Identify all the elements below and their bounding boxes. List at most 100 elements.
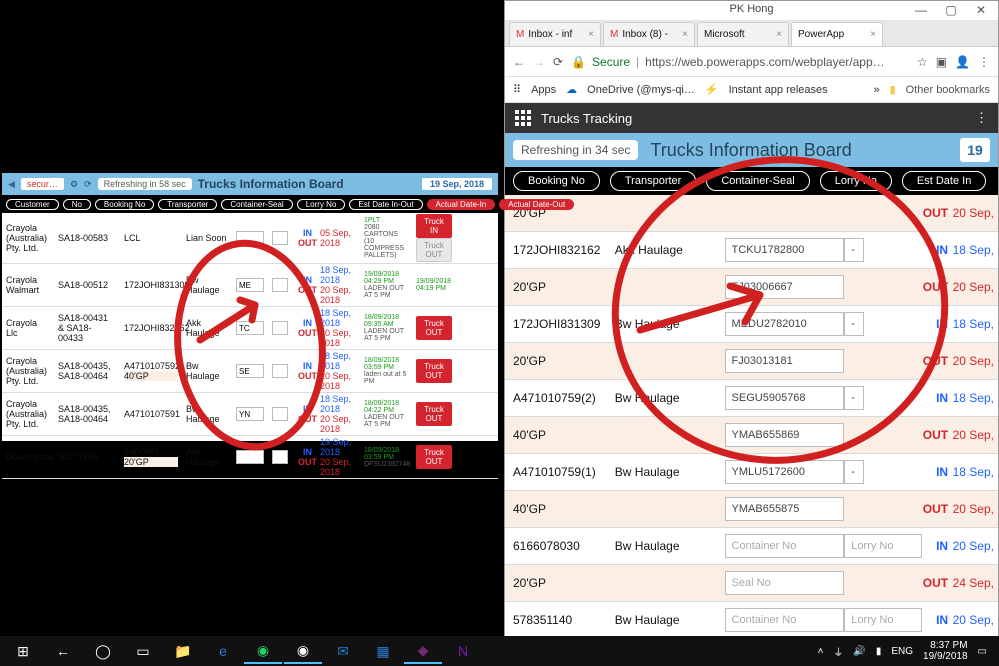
wifi-icon[interactable]: ⏚ <box>833 644 843 659</box>
filter-pill[interactable]: Est Date In-Out <box>349 199 422 210</box>
container-input[interactable] <box>725 534 845 558</box>
chrome-icon[interactable]: ◉ <box>284 638 322 664</box>
lorry-input[interactable] <box>272 321 288 335</box>
container-input[interactable] <box>725 423 845 447</box>
container-input[interactable] <box>725 460 845 484</box>
mail-icon[interactable]: ✉ <box>324 638 362 664</box>
bm-instant[interactable]: Instant app releases <box>729 84 828 96</box>
bm-apps[interactable]: Apps <box>531 84 556 96</box>
minimize-button[interactable]: — <box>906 1 936 20</box>
lorry-input[interactable] <box>844 608 922 632</box>
profile-icon[interactable]: 👤 <box>955 55 970 69</box>
lorry-input[interactable] <box>272 231 288 245</box>
calendar-icon[interactable]: ▦ <box>364 638 402 664</box>
waffle-icon[interactable] <box>515 110 531 126</box>
container-input[interactable] <box>725 238 845 262</box>
volume-icon[interactable]: 🔊 <box>853 646 865 657</box>
truck-out-button[interactable]: Truck OUT <box>416 359 452 383</box>
notification-icon[interactable]: ▭ <box>978 646 987 657</box>
lorry-input[interactable] <box>844 386 864 410</box>
back-icon[interactable]: ← <box>513 55 525 69</box>
cast-icon[interactable]: ▣ <box>936 55 947 69</box>
tab-inbox-2[interactable]: MInbox (8) -× <box>603 22 695 46</box>
powerapps-icon[interactable]: ◆ <box>404 638 442 664</box>
chevron-right-icon[interactable]: » <box>873 84 879 96</box>
task-view-icon[interactable]: ▭ <box>124 638 162 664</box>
menu-icon[interactable]: ⋮ <box>978 55 990 69</box>
close-icon[interactable]: × <box>870 29 876 40</box>
start-button[interactable]: ⊞ <box>4 638 42 664</box>
container-input[interactable] <box>236 278 264 292</box>
filter-pill[interactable]: Actual Date-Out <box>499 199 574 210</box>
url-field[interactable]: 🔒 Secure | https://web.powerapps.com/web… <box>571 55 909 69</box>
container-input[interactable] <box>725 275 845 299</box>
filter-pill[interactable]: No <box>63 199 91 210</box>
container-input[interactable] <box>236 407 264 421</box>
tab-powerapps[interactable]: PowerApp× <box>791 22 883 46</box>
clock[interactable]: 8:37 PM 19/9/2018 <box>923 640 968 662</box>
container-input[interactable] <box>725 608 845 632</box>
lorry-input[interactable] <box>272 407 288 421</box>
filter-pill[interactable]: Customer <box>6 199 59 210</box>
container-input[interactable] <box>236 321 264 335</box>
language-indicator[interactable]: ENG <box>891 646 913 657</box>
back-icon[interactable]: ◀ <box>8 179 15 190</box>
back-button[interactable]: ← <box>44 638 82 664</box>
tab-ms[interactable]: Microsoft× <box>697 22 789 46</box>
onedrive-icon[interactable]: ☁ <box>566 83 577 96</box>
filter-pill[interactable]: Container-Seal <box>221 199 292 210</box>
filter-pill[interactable]: Actual Date-In <box>427 199 496 210</box>
battery-icon[interactable]: ▮ <box>876 646 882 657</box>
close-icon[interactable]: × <box>682 29 688 40</box>
reload-icon[interactable]: ⟳ <box>553 55 563 69</box>
search-icon[interactable]: ◯ <box>84 638 122 664</box>
container-input[interactable] <box>725 312 845 336</box>
lorry-input[interactable] <box>272 364 288 378</box>
container-input[interactable] <box>725 571 845 595</box>
truck-out-button[interactable]: Truck OUT <box>416 238 452 262</box>
close-button[interactable]: ✕ <box>966 1 996 20</box>
filter-transporter[interactable]: Transporter <box>610 171 696 191</box>
whatsapp-icon[interactable]: ◉ <box>244 638 282 664</box>
apps-icon[interactable]: ⠿ <box>513 83 521 96</box>
lorry-input[interactable] <box>844 534 922 558</box>
container-input[interactable] <box>725 349 845 373</box>
filter-pill[interactable]: Lorry No <box>297 199 346 210</box>
container-input[interactable] <box>236 364 264 378</box>
search-chip[interactable]: secur… <box>21 178 64 190</box>
filter-booking[interactable]: Booking No <box>513 171 600 191</box>
tab-inbox-1[interactable]: MInbox - inf× <box>509 22 601 46</box>
lorry-input[interactable] <box>844 312 864 336</box>
filter-pill[interactable]: Transporter <box>158 199 217 210</box>
folder-icon[interactable]: 📁 <box>164 638 202 664</box>
filter-estdate[interactable]: Est Date In <box>902 171 986 191</box>
forward-icon[interactable]: → <box>533 55 545 69</box>
lorry-input[interactable] <box>844 238 864 262</box>
gear-icon[interactable]: ⚙ <box>70 179 78 190</box>
bm-other[interactable]: Other bookmarks <box>906 84 990 96</box>
kebab-icon[interactable]: ⋮ <box>975 110 988 126</box>
star-icon[interactable]: ☆ <box>917 55 928 69</box>
filter-lorry[interactable]: Lorry No <box>820 171 892 191</box>
lorry-input[interactable] <box>272 450 288 464</box>
lorry-input[interactable] <box>844 460 864 484</box>
onenote-icon[interactable]: N <box>444 638 482 664</box>
truck-out-button[interactable]: Truck OUT <box>416 402 452 426</box>
refresh-chip[interactable]: Refreshing in 34 sec <box>513 140 638 160</box>
container-input[interactable] <box>725 386 845 410</box>
container-input[interactable] <box>236 231 264 245</box>
bm-onedrive[interactable]: OneDrive (@mys-qi… <box>587 84 695 96</box>
lorry-input[interactable] <box>272 278 288 292</box>
chevron-up-icon[interactable]: ˄ <box>818 646 824 657</box>
maximize-button[interactable]: ▢ <box>936 1 966 20</box>
truck-out-button[interactable]: Truck OUT <box>416 445 452 469</box>
truck-in-button[interactable]: Truck IN <box>416 214 452 238</box>
truck-out-button[interactable]: Truck OUT <box>416 316 452 340</box>
container-input[interactable] <box>725 497 845 521</box>
edge-icon[interactable]: e <box>204 638 242 664</box>
filter-container[interactable]: Container-Seal <box>706 171 809 191</box>
close-icon[interactable]: × <box>588 29 594 40</box>
reload-icon[interactable]: ⟳ <box>84 179 92 190</box>
container-input[interactable] <box>236 450 264 464</box>
close-icon[interactable]: × <box>776 29 782 40</box>
